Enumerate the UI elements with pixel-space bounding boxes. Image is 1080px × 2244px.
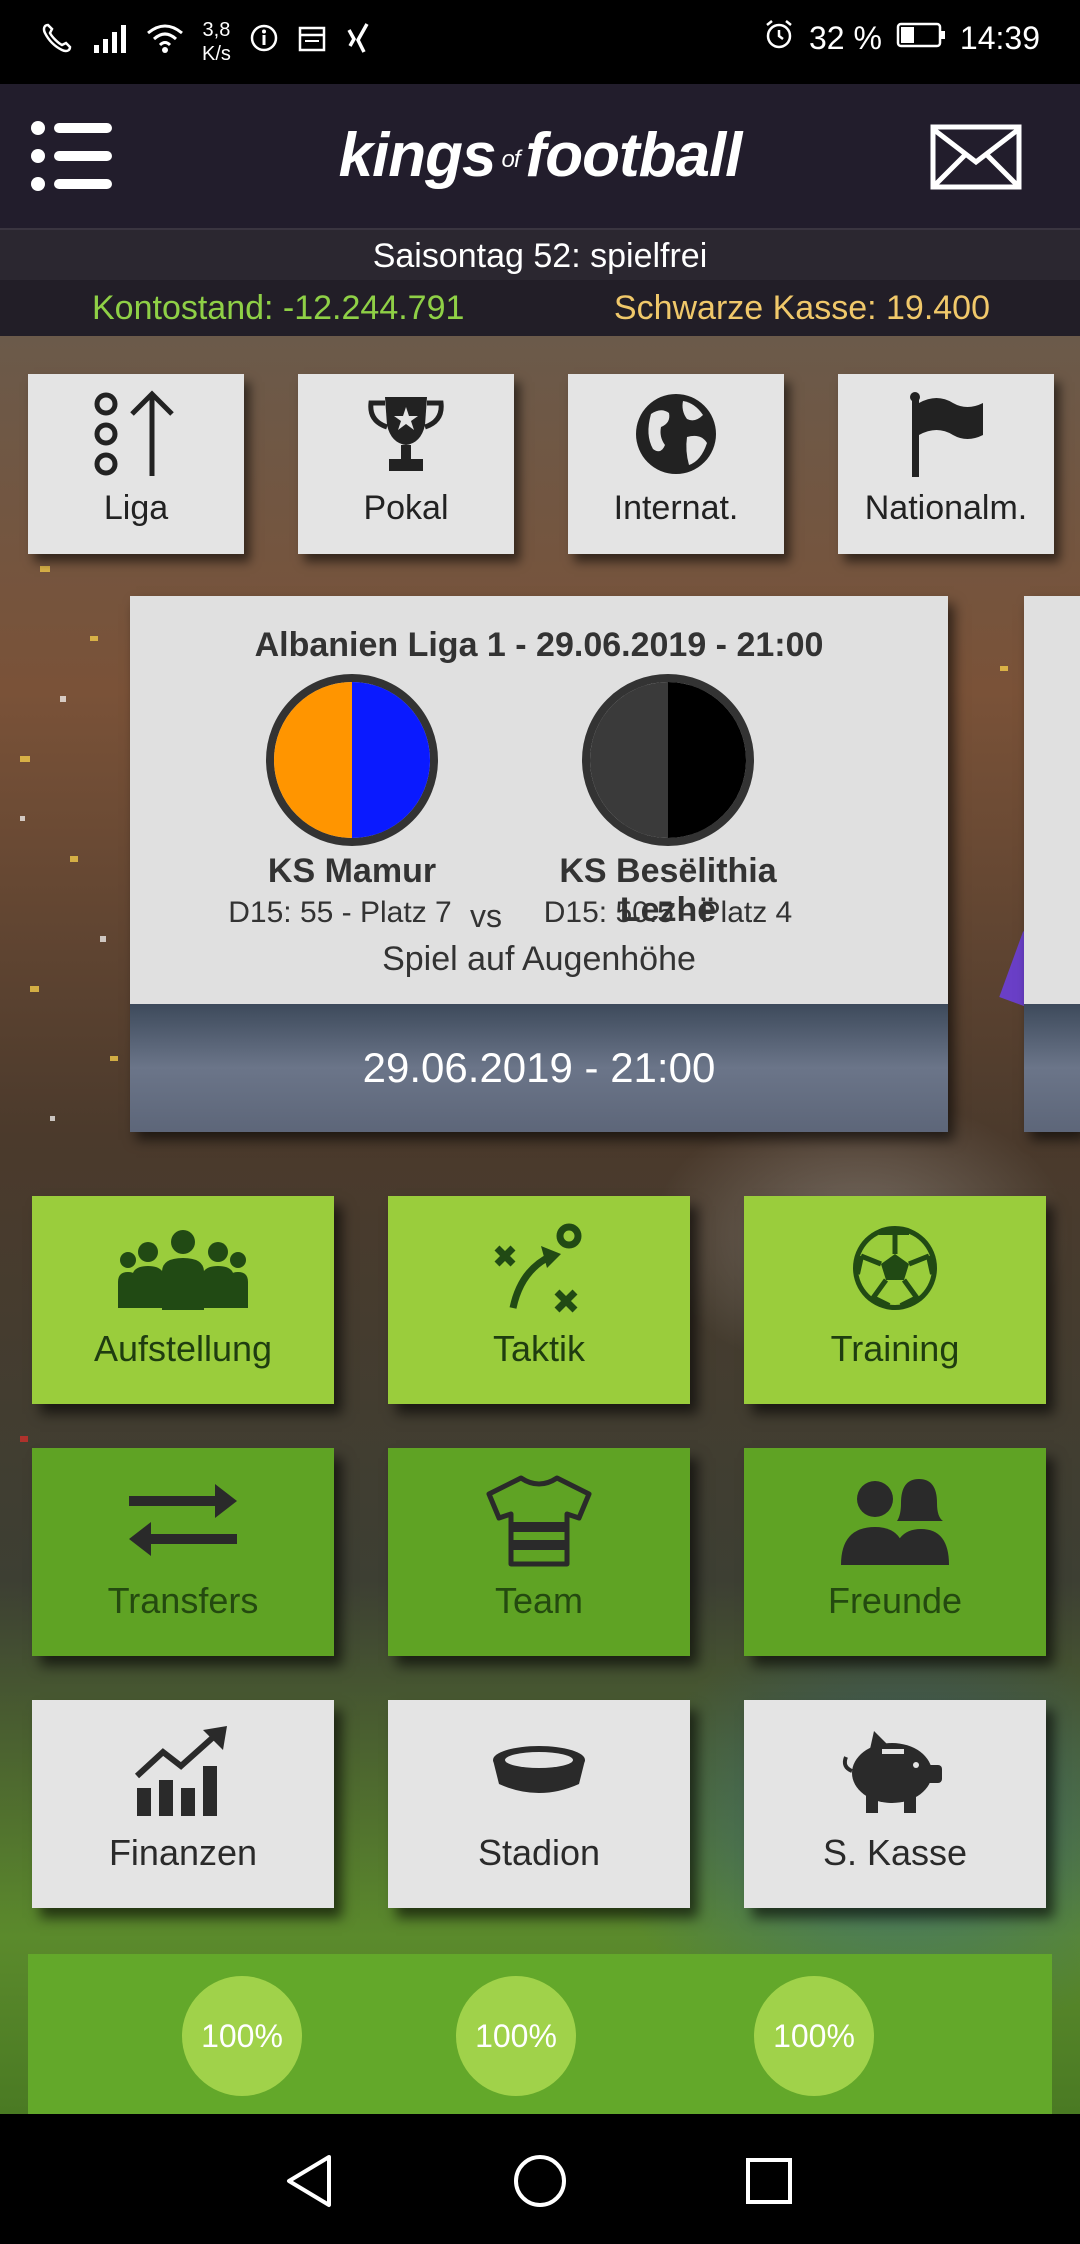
home-team-name: KS Mamur	[267, 852, 437, 890]
away-team-crest	[582, 674, 754, 846]
wifi-calling-icon	[40, 21, 74, 63]
recents-square-icon	[746, 2158, 792, 2204]
home-circle-icon	[514, 2155, 566, 2207]
battery-icon	[896, 20, 946, 57]
transfer-arrows-icon	[129, 1484, 237, 1556]
transfers-label: Transfers	[107, 1580, 259, 1621]
national-team-label: Nationalm.	[864, 489, 1028, 527]
match-date-bar: 29.06.2019 - 21:00	[130, 1004, 948, 1132]
system-navigation-bar	[0, 2114, 1080, 2244]
tactics-label: Taktik	[492, 1328, 586, 1369]
globe-icon	[636, 394, 716, 474]
national-team-button[interactable]: Nationalm.	[838, 374, 1054, 554]
stadium-tile[interactable]: Stadion	[388, 1700, 690, 1908]
international-label: Internat.	[613, 489, 739, 527]
app-logo: kings offootball	[338, 121, 743, 190]
calendar-icon	[297, 23, 327, 61]
home-crest-color-left	[274, 682, 352, 838]
away-crest-color-right	[668, 682, 746, 838]
cup-button[interactable]: Pokal	[298, 374, 514, 554]
friends-tile[interactable]: Freunde	[744, 1448, 1046, 1656]
home-crest-color-right	[352, 682, 430, 838]
status-bar: 3,8 K/s 32 % 14:39	[0, 0, 1080, 84]
black-cash-tile[interactable]: S. Kasse	[744, 1700, 1046, 1908]
away-crest-color-left	[590, 682, 668, 838]
black-cash-label: S. Kasse	[822, 1832, 968, 1873]
away-team-info: D15: 50.5 - Platz 4	[543, 896, 793, 929]
messages-button[interactable]	[930, 124, 1022, 190]
league-table-icon	[94, 390, 174, 476]
training-tile[interactable]: Training	[744, 1196, 1046, 1404]
match-title: Albanien Liga 1 - 29.06.2019 - 21:00	[254, 626, 824, 664]
flag-icon	[910, 392, 983, 477]
percentage-indicator: 100%	[182, 1976, 302, 2096]
clock: 14:39	[959, 19, 1040, 56]
next-card-peek[interactable]	[1024, 596, 1080, 1132]
finances-label: Finanzen	[108, 1832, 258, 1873]
team-lineup-icon	[118, 1230, 248, 1310]
home-team-crest	[266, 674, 438, 846]
lineup-label: Aufstellung	[93, 1328, 273, 1369]
friends-label: Freunde	[827, 1580, 963, 1621]
match-date: 29.06.2019 - 21:00	[362, 1044, 716, 1091]
stadium-label: Stadion	[477, 1832, 601, 1873]
piggy-bank-icon	[842, 1731, 942, 1813]
home-team-info: D15: 55 - Platz 7	[228, 896, 452, 929]
season-day-text: Saisontag 52: spielfrei	[372, 237, 708, 275]
signal-icon	[92, 23, 128, 61]
transfers-tile[interactable]: Transfers	[32, 1448, 334, 1656]
cup-label: Pokal	[363, 489, 449, 527]
jersey-icon	[486, 1475, 592, 1567]
network-speed: 3,8 K/s	[202, 19, 231, 65]
lineup-tile[interactable]: Aufstellung	[32, 1196, 334, 1404]
percentage-indicator: 100%	[456, 1976, 576, 2096]
back-triangle-icon	[287, 2155, 331, 2207]
percentage-indicator: 100%	[754, 1976, 874, 2096]
finances-tile[interactable]: Finanzen	[32, 1700, 334, 1908]
tactics-tile[interactable]: Taktik	[388, 1196, 690, 1404]
next-match-card[interactable]: Albanien Liga 1 - 29.06.2019 - 21:00 KS …	[130, 596, 948, 1132]
app-bar: kings offootball	[0, 84, 1080, 228]
account-balance: Kontostand: -12.244.791	[92, 289, 465, 327]
soccer-ball-icon	[853, 1226, 937, 1310]
battery-percent: 32 %	[808, 19, 882, 56]
league-button[interactable]: Liga	[28, 374, 244, 554]
balance-bar: Kontostand: -12.244.791 Schwarze Kasse: …	[0, 280, 1080, 336]
info-icon	[249, 23, 279, 61]
recents-button[interactable]	[734, 2146, 804, 2216]
finance-chart-icon	[134, 1726, 227, 1816]
league-label: Liga	[103, 489, 169, 527]
mail-icon	[930, 124, 1022, 190]
xing-icon	[345, 22, 371, 62]
team-label: Team	[494, 1580, 584, 1621]
home-button[interactable]	[505, 2146, 575, 2216]
friends-icon	[841, 1479, 949, 1565]
wifi-icon	[146, 23, 184, 61]
season-day-bar: Saisontag 52: spielfrei	[0, 228, 1080, 282]
trophy-icon	[368, 397, 444, 471]
tactics-icon	[494, 1223, 582, 1313]
alarm-icon	[763, 18, 795, 58]
international-button[interactable]: Internat.	[568, 374, 784, 554]
team-tile[interactable]: Team	[388, 1448, 690, 1656]
black-cash-balance: Schwarze Kasse: 19.400	[613, 289, 990, 327]
back-button[interactable]	[274, 2146, 344, 2216]
stadium-icon	[493, 1746, 585, 1793]
status-percentages-panel: 100% 100% 100%	[28, 1954, 1052, 2114]
match-assessment: Spiel auf Augenhöhe	[382, 940, 696, 978]
training-label: Training	[830, 1328, 960, 1369]
versus-label: vs	[470, 898, 502, 934]
